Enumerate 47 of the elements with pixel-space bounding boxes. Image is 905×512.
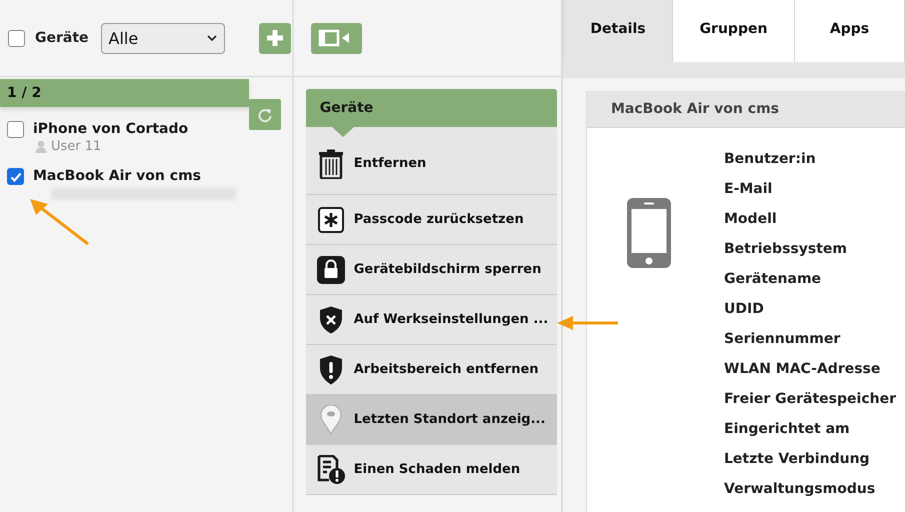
field-label: Freier Gerätespeicher [724, 390, 896, 409]
chevron-down-icon [206, 34, 217, 42]
field-label: UDID [724, 300, 765, 319]
checkbox[interactable] [7, 121, 24, 138]
location-pin-icon [320, 404, 342, 434]
field-label: Benutzer:in [724, 150, 817, 169]
annotation-arrow [556, 315, 620, 331]
field-label: Eingerichtet am [724, 420, 851, 439]
refresh-button[interactable] [249, 99, 281, 130]
device-title: MacBook Air von cms [611, 101, 779, 117]
shield-x-icon [318, 306, 343, 334]
select-all-label: Geräte [35, 30, 89, 46]
plus-icon [266, 29, 284, 47]
menu-item[interactable]: Einen Schaden melden [306, 445, 557, 495]
device-name[interactable]: MacBook Air von cms [33, 168, 236, 184]
menu-item[interactable]: Gerätebildschirm sperren [306, 245, 557, 295]
trash-icon [318, 148, 344, 178]
field-label: WLAN MAC-Adresse [724, 360, 882, 379]
lock-icon [316, 256, 345, 284]
menu-item[interactable]: Passcode zurücksetzen [306, 195, 557, 245]
field-label: E-Mail [724, 180, 774, 199]
field-label: Verwaltungsmodus [724, 480, 876, 499]
tab[interactable]: Details [563, 0, 673, 62]
menu-item[interactable]: Letzten Standort anzeig... [306, 395, 557, 445]
field-label: Modell [724, 210, 778, 229]
menu-item[interactable]: Auf Werkseinstellungen ... [306, 295, 557, 345]
collapse-panel-button[interactable] [310, 22, 362, 54]
shield-exclamation-icon [318, 354, 343, 384]
add-button[interactable] [258, 22, 291, 54]
device-name[interactable]: iPhone von Cortado [33, 121, 188, 137]
field-label: Letzte Verbindung [724, 450, 871, 469]
smartphone-icon [627, 198, 671, 268]
checkbox[interactable] [8, 30, 25, 46]
menu-item[interactable]: Entfernen [306, 127, 557, 195]
field-label: Seriennummer [724, 330, 842, 349]
document-warning-icon [316, 454, 345, 484]
annotation-arrow [28, 196, 92, 248]
page-counter: 1 / 2 [0, 79, 249, 107]
refresh-icon [257, 106, 273, 122]
checkbox[interactable] [7, 168, 24, 185]
field-label: Gerätename [724, 270, 822, 289]
field-label: Betriebssystem [724, 240, 848, 259]
asterisk-icon [318, 206, 344, 232]
filter-dropdown[interactable]: Alle [100, 22, 225, 54]
menu-title: Geräte [320, 100, 374, 116]
user-name: User 11 [51, 139, 102, 154]
person-icon [35, 140, 47, 153]
